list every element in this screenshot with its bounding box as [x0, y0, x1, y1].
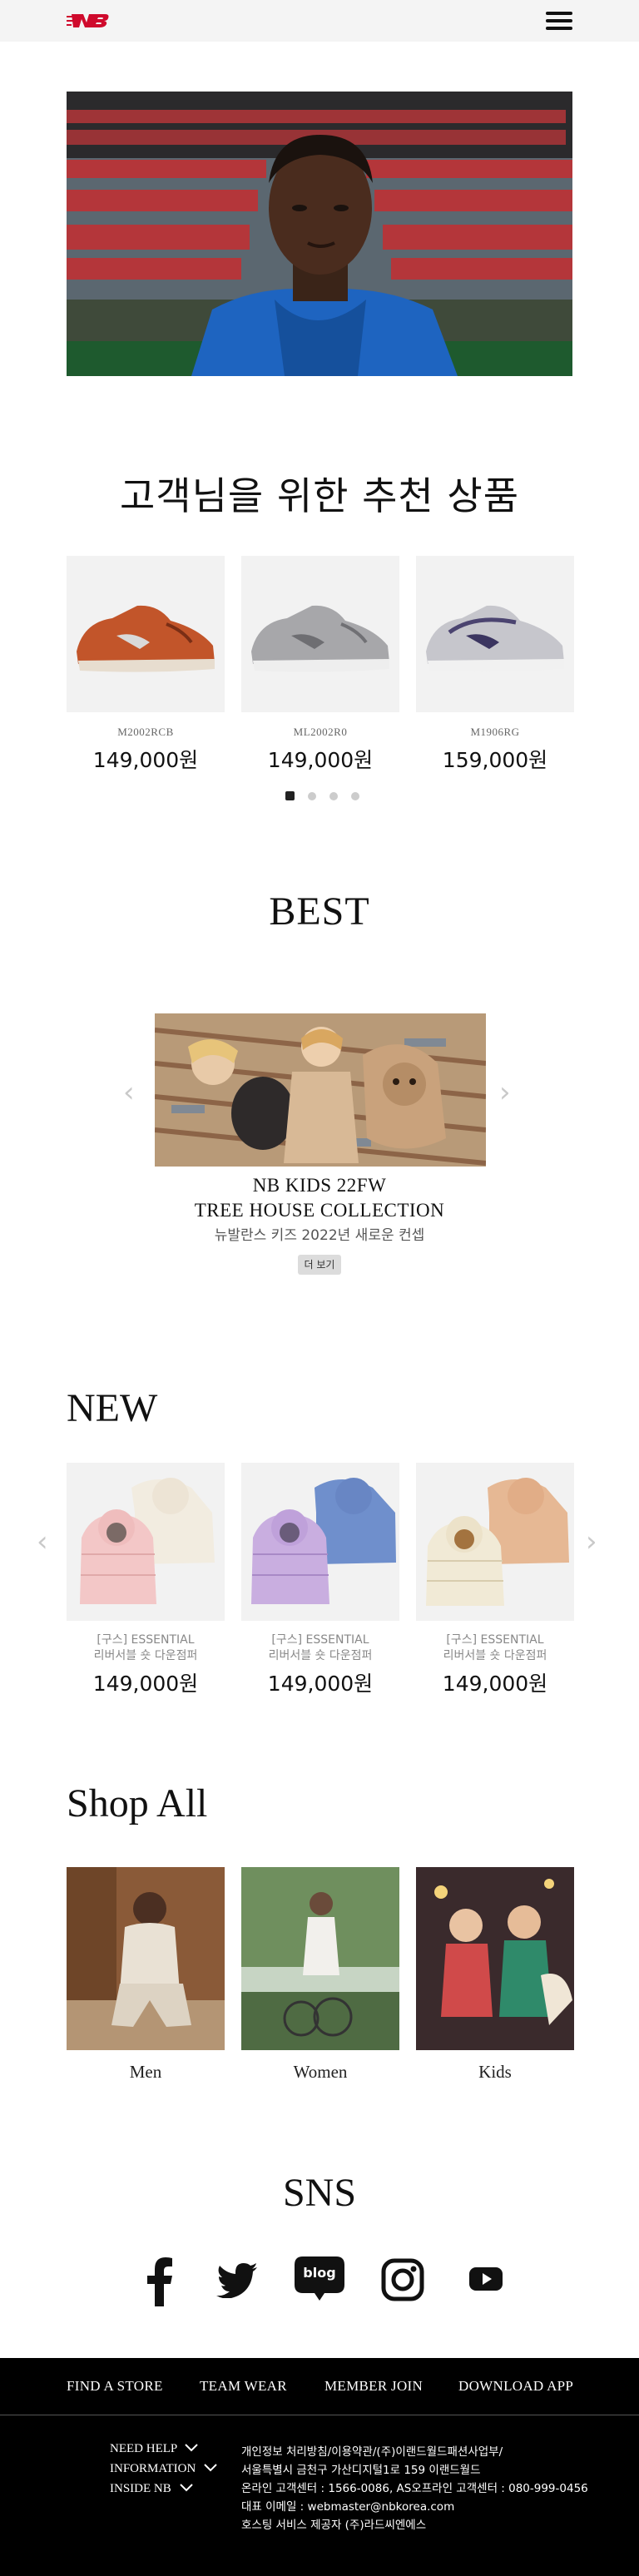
- new-balance-logo[interactable]: [67, 10, 110, 32]
- product-code: M1906RG: [470, 726, 520, 738]
- product-line2: 리버서블 숏 다운점퍼: [268, 1649, 373, 1662]
- product-line1: [구스] ESSENTIAL: [446, 1633, 544, 1647]
- product-card[interactable]: [구스] ESSENTIAL 리버서블 숏 다운점퍼 149,000원: [241, 1463, 399, 1697]
- best-banner-description: 뉴발란스 키즈 2022년 새로운 컨셉: [214, 1227, 425, 1244]
- facebook-icon[interactable]: [145, 2256, 175, 2306]
- recommend-section-title: 고객님을 위한 추천 상품: [119, 473, 520, 518]
- pagination-dot[interactable]: [329, 791, 338, 800]
- product-card[interactable]: M1906RG 159,000원: [416, 556, 574, 774]
- footer-info-line[interactable]: 개인정보 처리방침/이용약관/(주)이랜드월드패션사업부/: [241, 2442, 503, 2459]
- footer-link-find-a-store[interactable]: FIND A STORE: [67, 2378, 163, 2395]
- best-banner-subtitle: TREE HOUSE COLLECTION: [194, 1200, 445, 1221]
- blog-icon-text: blog: [303, 2265, 336, 2281]
- footer-info: NEED HELP INFORMATION INSIDE NB 개인정보 처리방…: [0, 2415, 639, 2576]
- blog-icon[interactable]: blog: [293, 2255, 346, 2301]
- product-code: M2002RCB: [117, 726, 174, 738]
- footer-link-member-join[interactable]: MEMBER JOIN: [324, 2378, 423, 2395]
- product-image[interactable]: [241, 556, 399, 712]
- product-image[interactable]: [241, 1463, 399, 1621]
- carousel-pagination: [285, 791, 359, 800]
- best-banner-title: NB KIDS 22FW: [252, 1175, 387, 1196]
- product-price: 149,000원: [267, 748, 374, 772]
- chevron-right-icon[interactable]: ›: [586, 1528, 597, 1556]
- product-price: 159,000원: [442, 748, 548, 772]
- product-image[interactable]: [416, 556, 574, 712]
- more-button[interactable]: 더 보기: [298, 1255, 341, 1275]
- product-image[interactable]: [416, 1463, 574, 1621]
- chevron-left-icon[interactable]: ‹: [37, 1528, 48, 1556]
- category-card-kids[interactable]: Kids: [416, 1867, 574, 2083]
- footer-menu-label: INFORMATION: [110, 2462, 196, 2475]
- category-image[interactable]: [241, 1867, 399, 2050]
- hero-banner-image[interactable]: [67, 92, 572, 376]
- shop-all-section-title: Shop All: [67, 1781, 208, 1825]
- product-line2: 리버서블 숏 다운점퍼: [93, 1649, 198, 1662]
- chevron-right-icon[interactable]: ›: [499, 1078, 511, 1107]
- product-line1: [구스] ESSENTIAL: [97, 1633, 195, 1647]
- pagination-dot[interactable]: [308, 791, 316, 800]
- footer-info-line: 온라인 고객센터 : 1566-0086, AS오프라인 고객센터 : 080-…: [241, 2482, 588, 2495]
- product-card[interactable]: ML2002R0 149,000원: [241, 556, 399, 774]
- sns-section-title: SNS: [282, 2171, 357, 2215]
- site-header: [0, 0, 639, 42]
- new-section-title: NEW: [67, 1386, 158, 1430]
- best-section-title: BEST: [269, 889, 370, 934]
- footer-menu-label: NEED HELP: [110, 2442, 177, 2455]
- chevron-down-icon: [179, 2484, 193, 2492]
- youtube-icon[interactable]: [469, 2266, 503, 2291]
- product-card[interactable]: [구스] ESSENTIAL 리버서블 숏 다운점퍼 149,000원: [67, 1463, 225, 1697]
- product-card[interactable]: [구스] ESSENTIAL 리버서블 숏 다운점퍼 149,000원: [416, 1463, 574, 1697]
- footer-info-line: 서울특별시 금천구 가산디지털1로 159 이랜드월드: [241, 2464, 481, 2477]
- category-label[interactable]: Kids: [416, 2062, 574, 2083]
- best-banner-image[interactable]: [155, 1013, 486, 1167]
- category-label[interactable]: Men: [67, 2062, 225, 2083]
- footer-info-line: 대표 이메일 : webmaster@nbkorea.com: [241, 2500, 455, 2514]
- pagination-dot[interactable]: [351, 791, 359, 800]
- chevron-left-icon[interactable]: ‹: [123, 1078, 135, 1107]
- product-price: 149,000원: [92, 748, 199, 772]
- footer-menu-need-help[interactable]: NEED HELP: [110, 2442, 199, 2456]
- product-image[interactable]: [67, 1463, 225, 1621]
- category-card-women[interactable]: Women: [241, 1867, 399, 2083]
- chevron-down-icon: [204, 2464, 217, 2472]
- category-card-men[interactable]: Men: [67, 1867, 225, 2083]
- product-price: 149,000원: [442, 1672, 548, 1696]
- footer-menu-information[interactable]: INFORMATION: [110, 2462, 217, 2476]
- instagram-icon[interactable]: [381, 2258, 424, 2301]
- product-image[interactable]: [67, 556, 225, 712]
- product-code: ML2002R0: [293, 726, 348, 738]
- footer-nav: FIND A STORE TEAM WEAR MEMBER JOIN DOWNL…: [0, 2358, 639, 2415]
- footer-info-line: 호스팅 서비스 제공자 (주)라드씨엔에스: [241, 2519, 427, 2532]
- category-label[interactable]: Women: [241, 2062, 399, 2083]
- product-card[interactable]: M2002RCB 149,000원: [67, 556, 225, 774]
- footer-link-download-app[interactable]: DOWNLOAD APP: [458, 2378, 573, 2395]
- footer-menu-label: INSIDE NB: [110, 2482, 171, 2495]
- footer-menu-inside-nb[interactable]: INSIDE NB: [110, 2482, 193, 2496]
- product-price: 149,000원: [267, 1672, 374, 1696]
- pagination-dot[interactable]: [285, 791, 295, 800]
- product-price: 149,000원: [92, 1672, 199, 1696]
- category-image[interactable]: [67, 1867, 225, 2050]
- chevron-down-icon: [185, 2444, 199, 2452]
- category-image[interactable]: [416, 1867, 574, 2050]
- footer-link-team-wear[interactable]: TEAM WEAR: [200, 2378, 287, 2395]
- product-line2: 리버서블 숏 다운점퍼: [443, 1649, 547, 1662]
- twitter-icon[interactable]: [216, 2263, 258, 2299]
- product-line1: [구스] ESSENTIAL: [271, 1633, 369, 1647]
- hamburger-menu-icon[interactable]: [544, 8, 574, 33]
